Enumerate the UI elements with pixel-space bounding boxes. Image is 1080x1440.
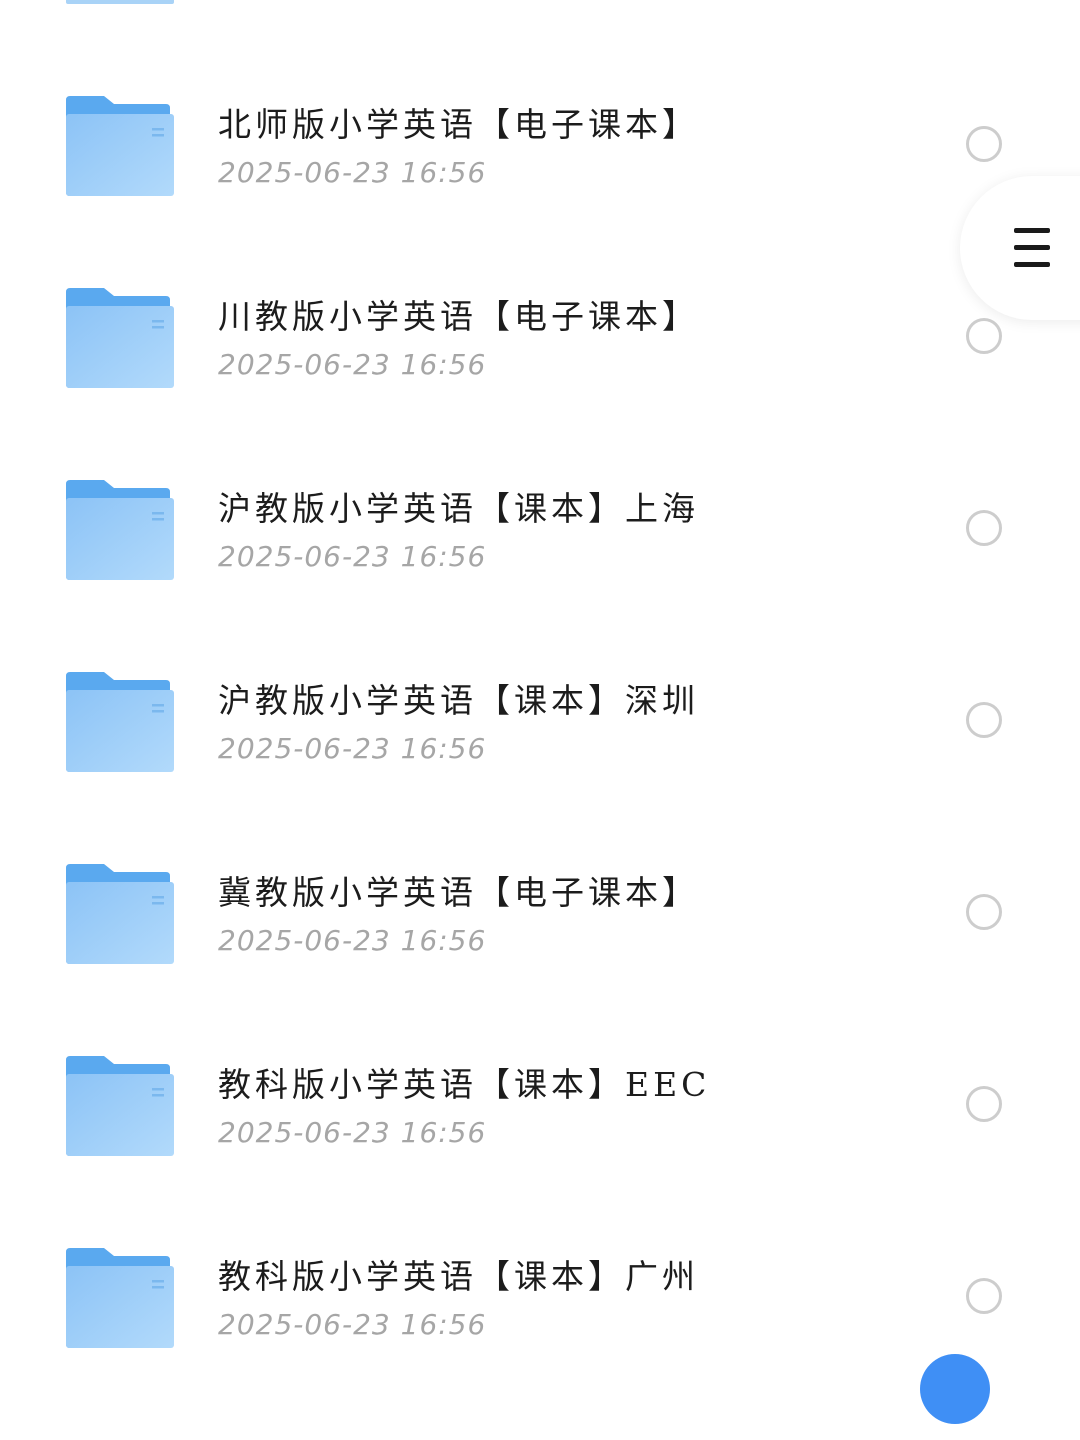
- list-item[interactable]: 冀教版小学英语【电子课本】 2025-06-23 16:56: [0, 864, 1080, 1056]
- list-item[interactable]: 教科版小学英语【课本】EEC 2025-06-23 16:56: [0, 1056, 1080, 1248]
- folder-date: 2025-06-23 16:56: [218, 348, 487, 381]
- hamburger-menu-icon: [1014, 228, 1050, 268]
- folder-date: 2025-06-23 16:56: [218, 540, 487, 573]
- folder-date: 2025-06-23 16:56: [218, 156, 487, 189]
- list-item[interactable]: 北师版小学英语【电子课本】 2025-06-23 16:56: [0, 96, 1080, 288]
- folder-icon: [66, 480, 174, 580]
- floating-action-button[interactable]: [920, 1354, 990, 1424]
- select-radio[interactable]: [966, 1086, 1002, 1122]
- select-radio[interactable]: [966, 1278, 1002, 1314]
- folder-name: 教科版小学英语【课本】EEC: [218, 1065, 711, 1104]
- folder-name: 沪教版小学英语【课本】上海: [218, 489, 699, 528]
- file-list: 北师版小学英语【电子课本】 2025-06-23 16:56 川教版小学英语【电…: [0, 0, 1080, 1360]
- select-radio[interactable]: [966, 318, 1002, 354]
- select-radio[interactable]: [966, 894, 1002, 930]
- folder-name: 沪教版小学英语【课本】深圳: [218, 681, 699, 720]
- select-radio[interactable]: [966, 702, 1002, 738]
- folder-date: 2025-06-23 16:56: [218, 924, 487, 957]
- folder-name: 冀教版小学英语【电子课本】: [218, 873, 699, 912]
- folder-date: 2025-06-23 16:56: [218, 1308, 487, 1341]
- select-radio[interactable]: [966, 126, 1002, 162]
- folder-icon: [66, 864, 174, 964]
- folder-date: 2025-06-23 16:56: [218, 1116, 487, 1149]
- folder-icon: [66, 1248, 174, 1348]
- folder-name: 川教版小学英语【电子课本】: [218, 297, 699, 336]
- folder-icon: [66, 96, 174, 196]
- list-item[interactable]: 川教版小学英语【电子课本】 2025-06-23 16:56: [0, 288, 1080, 480]
- partial-folder-icon: [66, 0, 174, 4]
- folder-icon: [66, 672, 174, 772]
- folder-icon: [66, 288, 174, 388]
- list-item[interactable]: 教科版小学英语【课本】广州 2025-06-23 16:56: [0, 1248, 1080, 1440]
- folder-name: 北师版小学英语【电子课本】: [218, 105, 699, 144]
- folder-icon: [66, 1056, 174, 1156]
- list-item[interactable]: 沪教版小学英语【课本】上海 2025-06-23 16:56: [0, 480, 1080, 672]
- folder-name: 教科版小学英语【课本】广州: [218, 1257, 699, 1296]
- list-item[interactable]: 沪教版小学英语【课本】深圳 2025-06-23 16:56: [0, 672, 1080, 864]
- select-radio[interactable]: [966, 510, 1002, 546]
- folder-date: 2025-06-23 16:56: [218, 732, 487, 765]
